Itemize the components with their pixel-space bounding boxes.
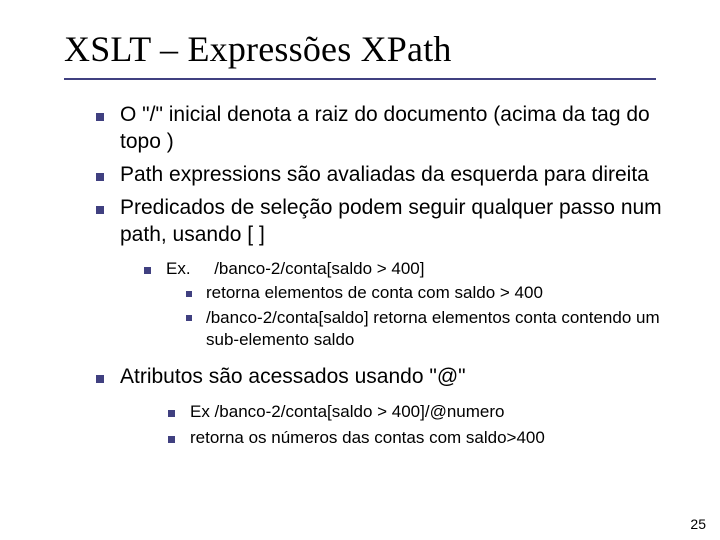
bullet-item: Ex /banco-2/conta[saldo > 400]/@numero — [168, 401, 692, 423]
bullet-text: Predicados de seleção podem seguir qualq… — [120, 196, 662, 246]
bullet-text: retorna elementos de conta com saldo > 4… — [206, 283, 543, 302]
bullet-text: /banco-2/conta[saldo] retorna elementos … — [206, 308, 660, 349]
bullet-text: Path expressions são avaliadas da esquer… — [120, 163, 649, 186]
bullet-item: Ex. /banco-2/conta[saldo > 400] retorna … — [144, 258, 692, 350]
example-path: /banco-2/conta[saldo > 400] — [214, 259, 424, 278]
bullet-item: /banco-2/conta[saldo] retorna elementos … — [186, 307, 692, 351]
bullet-list-lvl2: Ex. /banco-2/conta[saldo > 400] retorna … — [120, 258, 692, 350]
bullet-list-lvl3: retorna elementos de conta com saldo > 4… — [166, 282, 692, 350]
bullet-text: Ex /banco-2/conta[saldo > 400]/@numero — [190, 402, 504, 421]
bullet-item: retorna os números das contas com saldo>… — [168, 427, 692, 449]
bullet-list-lvl2: Ex /banco-2/conta[saldo > 400]/@numero r… — [120, 401, 692, 449]
page-number: 25 — [690, 516, 706, 532]
bullet-text: O "/" inicial denota a raiz do documento… — [120, 103, 650, 153]
slide-content: O "/" inicial denota a raiz do documento… — [0, 80, 720, 449]
example-label: Ex. — [166, 259, 191, 278]
bullet-item: Atributos são acessados usando "@" Ex /b… — [96, 364, 692, 448]
slide-title: XSLT – Expressões XPath — [0, 0, 720, 76]
slide: XSLT – Expressões XPath O "/" inicial de… — [0, 0, 720, 540]
bullet-item: Path expressions são avaliadas da esquer… — [96, 162, 692, 189]
bullet-item: retorna elementos de conta com saldo > 4… — [186, 282, 692, 304]
bullet-item: Predicados de seleção podem seguir qualq… — [96, 195, 692, 351]
bullet-text: Atributos são acessados usando "@" — [120, 365, 466, 388]
bullet-item: O "/" inicial denota a raiz do documento… — [96, 102, 692, 156]
bullet-list-lvl1: O "/" inicial denota a raiz do documento… — [96, 102, 692, 449]
bullet-text: retorna os números das contas com saldo>… — [190, 428, 545, 447]
